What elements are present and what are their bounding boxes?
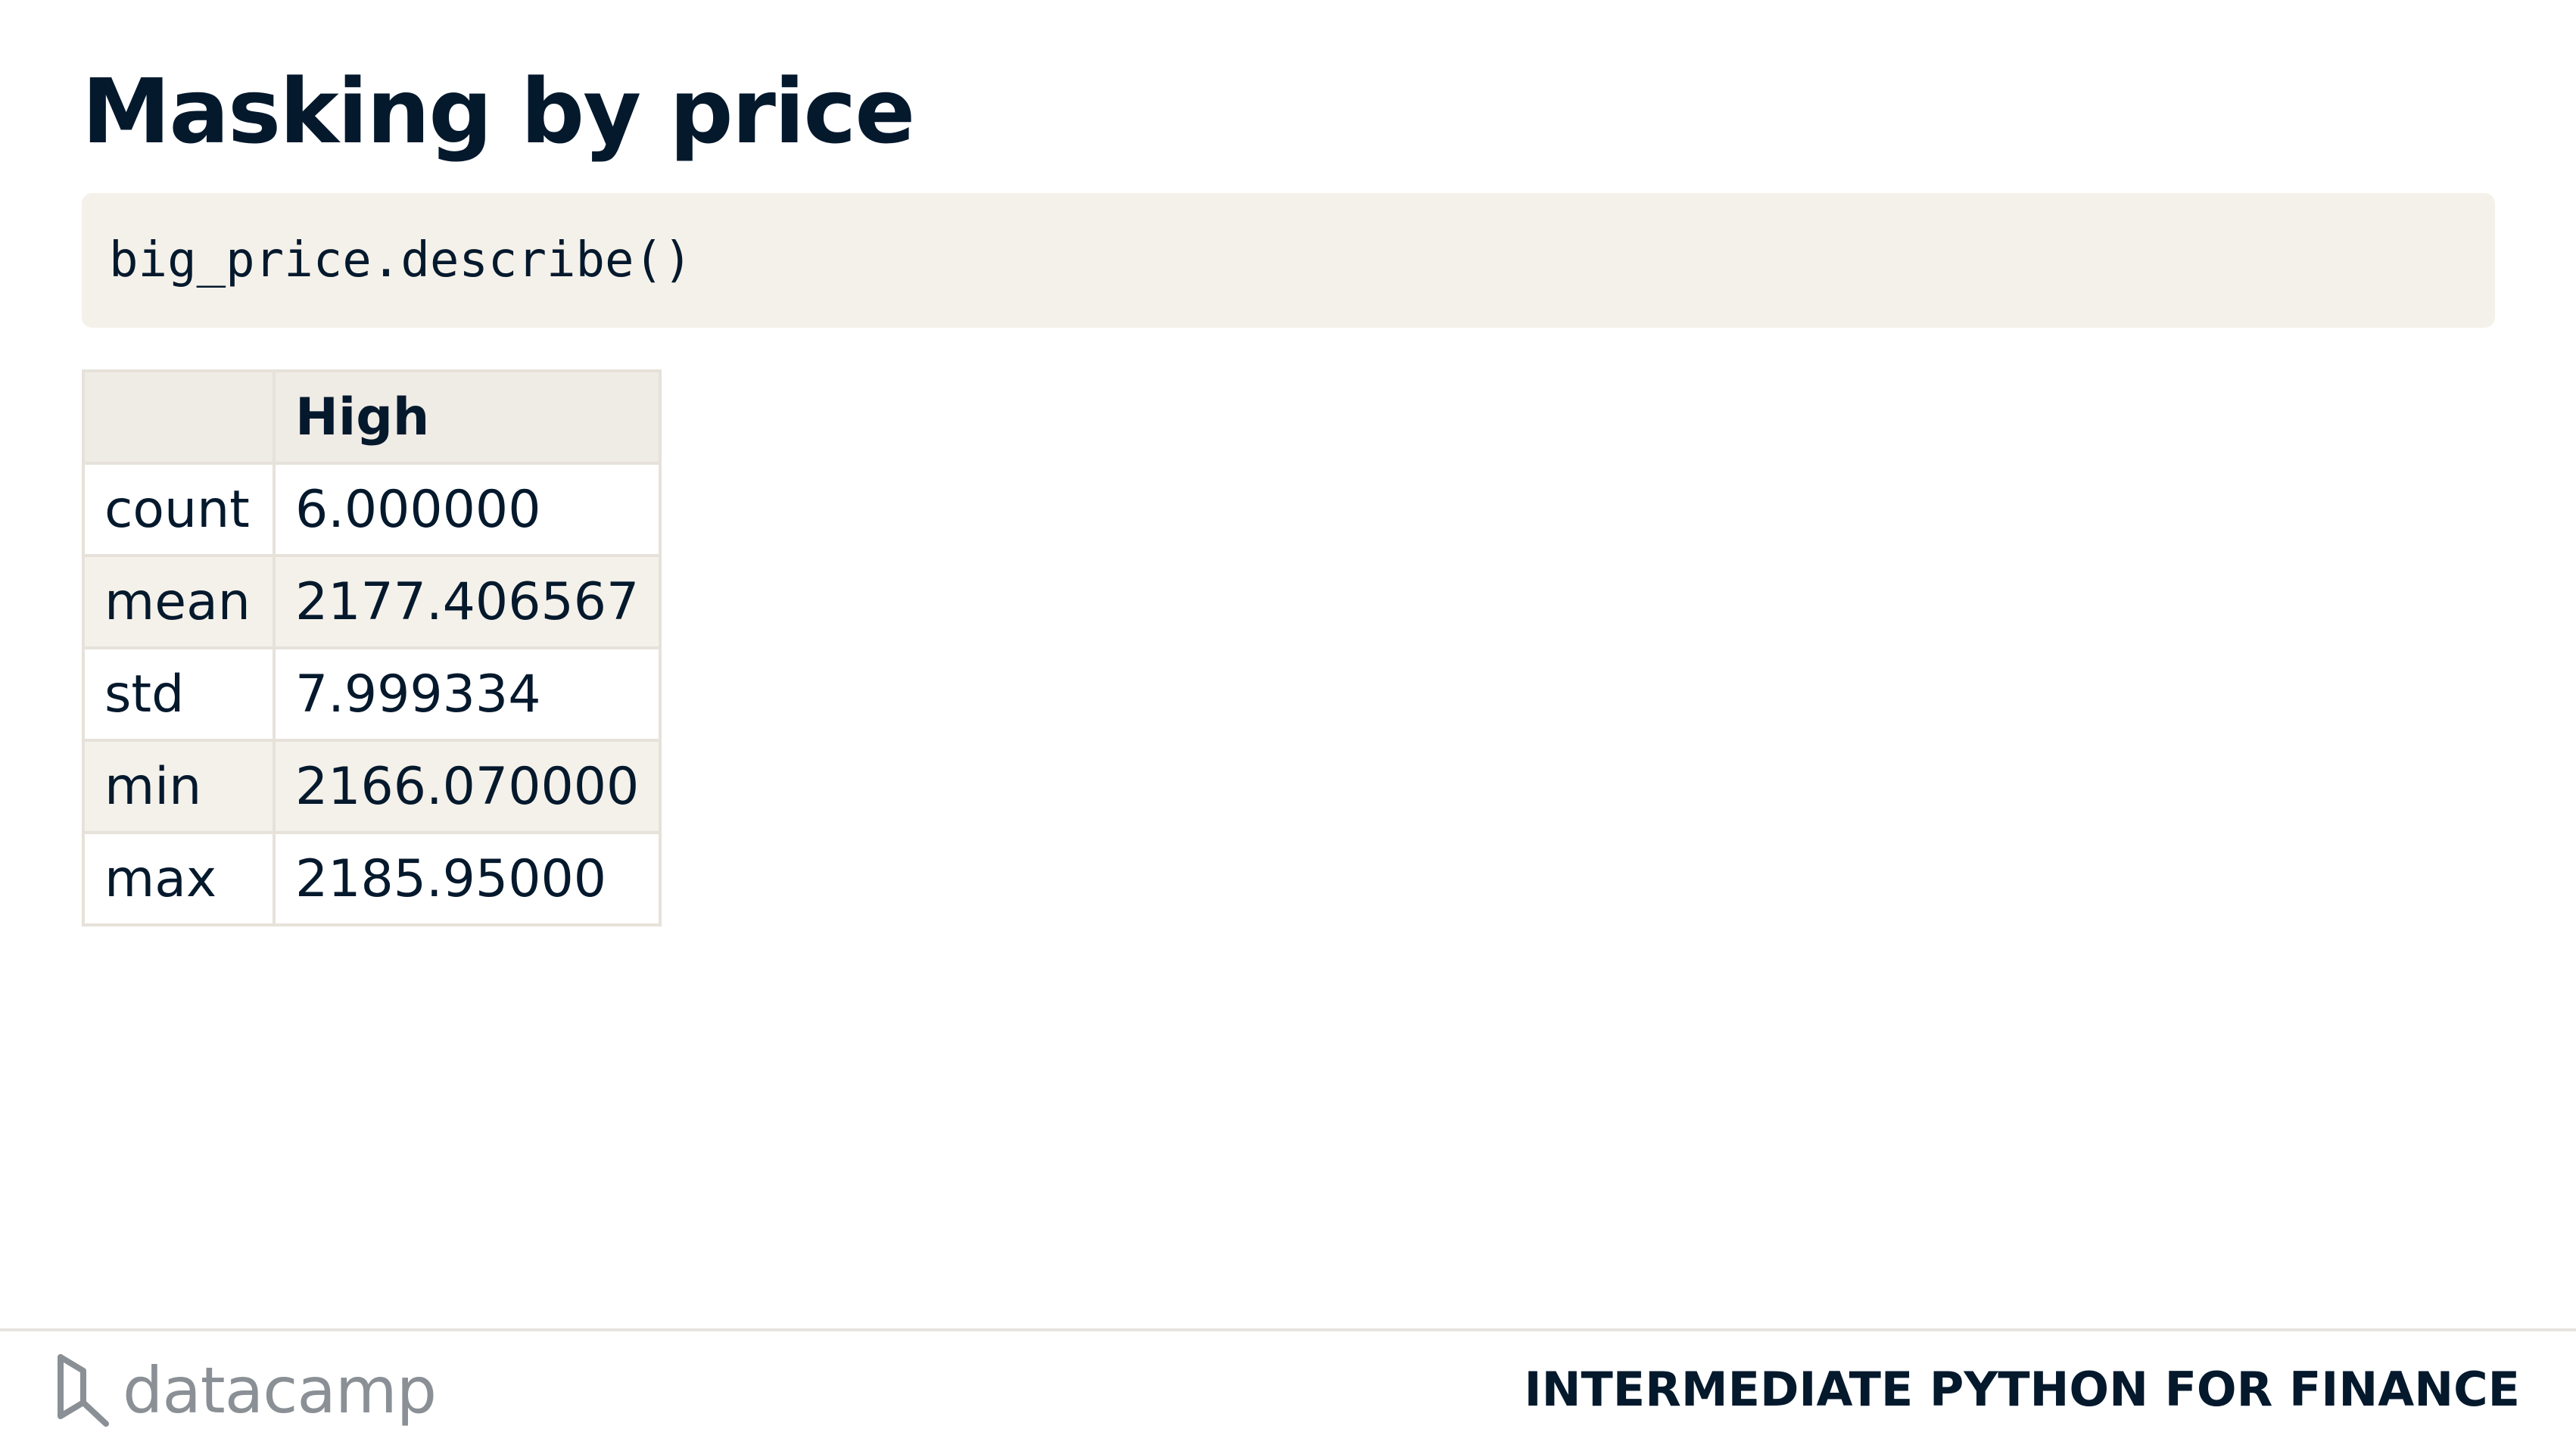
table-row: count 6.000000 xyxy=(82,462,662,557)
table-row: min 2166.070000 xyxy=(82,739,662,834)
table-corner-cell xyxy=(82,369,276,465)
code-text: big_price.describe() xyxy=(109,232,693,288)
row-label: std xyxy=(82,646,276,742)
table-row: mean 2177.406567 xyxy=(82,554,662,649)
table-column-header: High xyxy=(272,369,662,465)
footer-divider xyxy=(0,1328,2576,1331)
code-block: big_price.describe() xyxy=(82,193,2495,328)
table-row: std 7.999334 xyxy=(82,646,662,742)
table-header-row: High xyxy=(82,369,662,465)
brand-name: datacamp xyxy=(123,1353,437,1428)
row-label: count xyxy=(82,462,276,557)
row-label: mean xyxy=(82,554,276,649)
row-value: 2185.95000 xyxy=(272,831,662,926)
brand: datacamp xyxy=(53,1349,437,1432)
course-name: INTERMEDIATE PYTHON FOR FINANCE xyxy=(1524,1362,2520,1417)
row-value: 7.999334 xyxy=(272,646,662,742)
table-row: max 2185.95000 xyxy=(82,831,662,926)
datacamp-logo-icon xyxy=(58,1354,109,1427)
row-label: max xyxy=(82,831,276,926)
row-value: 6.000000 xyxy=(272,462,662,557)
row-value: 2166.070000 xyxy=(272,739,662,834)
describe-output-table: High count 6.000000 mean 2177.406567 std… xyxy=(82,369,662,926)
slide-title: Masking by price xyxy=(82,59,915,163)
row-label: min xyxy=(82,739,276,834)
row-value: 2177.406567 xyxy=(272,554,662,649)
